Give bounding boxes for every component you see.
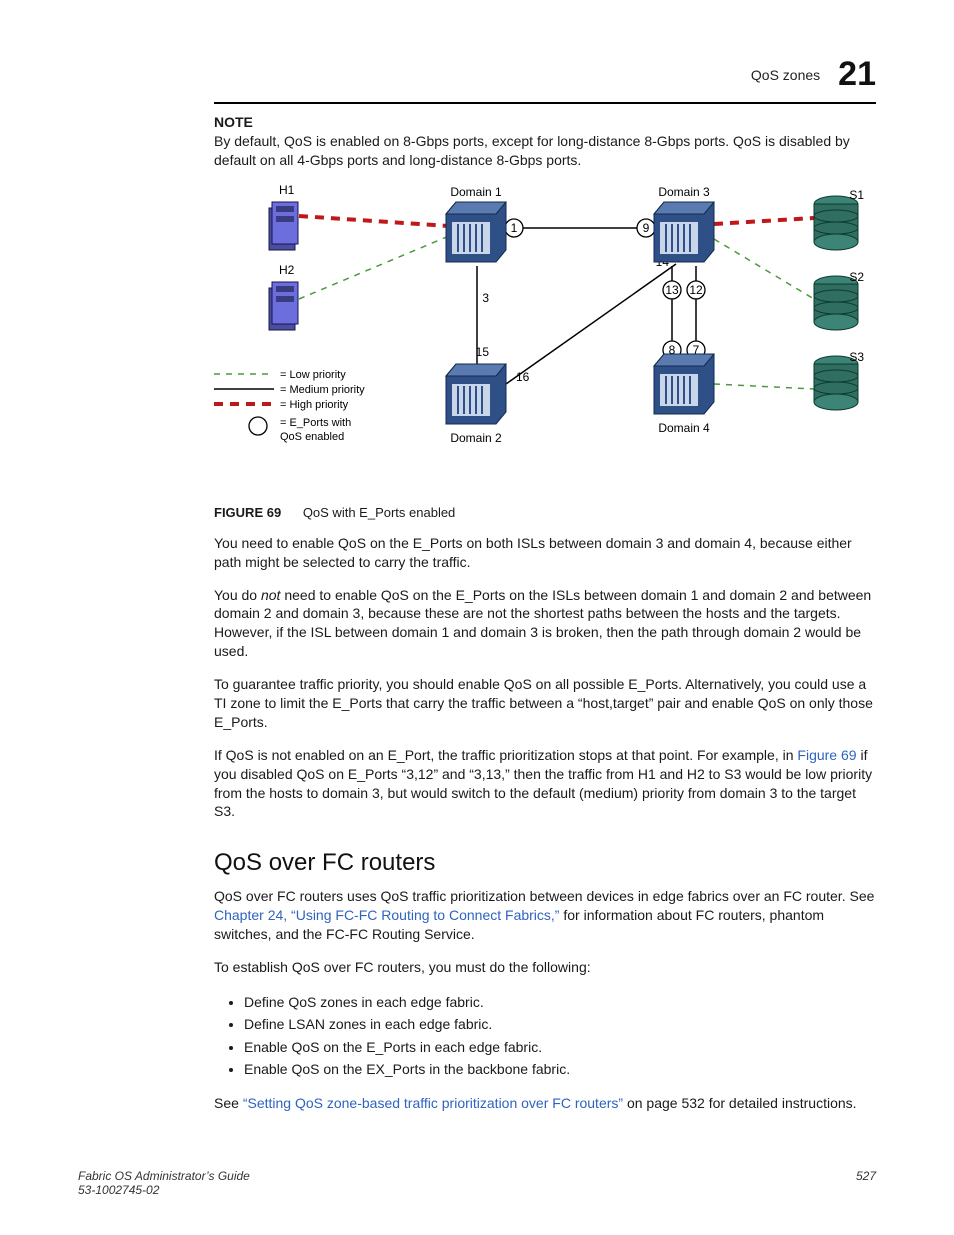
figure-caption: FIGURE 69 QoS with E_Ports enabled xyxy=(214,505,876,520)
paragraph-2: You do not need to enable QoS on the E_P… xyxy=(214,586,876,662)
figure-number: FIGURE 69 xyxy=(214,505,281,520)
note-body: By default, QoS is enabled on 8-Gbps por… xyxy=(214,132,876,170)
port-13: 13 xyxy=(665,283,679,297)
figure-caption-text: QoS with E_Ports enabled xyxy=(303,505,455,520)
list-item: Enable QoS on the EX_Ports in the backbo… xyxy=(244,1058,876,1080)
footer-docnum: 53-1002745-02 xyxy=(78,1183,250,1197)
label-s3: S3 xyxy=(849,350,864,364)
paragraph-1: You need to enable QoS on the E_Ports on… xyxy=(214,534,876,572)
switch-d4-icon xyxy=(654,354,714,414)
label-d3: Domain 3 xyxy=(658,185,710,199)
paragraph-3: To guarantee traffic priority, you shoul… xyxy=(214,675,876,732)
footer-page-number: 527 xyxy=(856,1169,876,1197)
page-footer: Fabric OS Administrator’s Guide 53-10027… xyxy=(78,1169,876,1197)
switch-d3-icon xyxy=(654,202,714,262)
section-heading-qos-fc-routers: QoS over FC routers xyxy=(214,849,876,877)
port-1: 1 xyxy=(511,221,518,235)
label-d4: Domain 4 xyxy=(658,421,710,435)
label-h2: H2 xyxy=(279,263,295,277)
host-h1-icon xyxy=(269,202,298,250)
label-d2: Domain 2 xyxy=(450,431,502,445)
paragraph-4: If QoS is not enabled on an E_Port, the … xyxy=(214,746,876,822)
footer-title: Fabric OS Administrator’s Guide xyxy=(78,1169,250,1183)
list-item: Define QoS zones in each edge fabric. xyxy=(244,991,876,1013)
port-12: 12 xyxy=(689,283,703,297)
paragraph-6: To establish QoS over FC routers, you mu… xyxy=(214,958,876,977)
header-chapter-number: 21 xyxy=(838,55,876,94)
paragraph-7: See “Setting QoS zone-based traffic prio… xyxy=(214,1094,876,1113)
label-s2: S2 xyxy=(849,270,864,284)
note-label: NOTE xyxy=(214,114,876,130)
port-9: 9 xyxy=(643,221,650,235)
header-text: QoS zones xyxy=(751,67,820,83)
emphasis-not: not xyxy=(261,587,280,603)
label-h1: H1 xyxy=(279,184,295,197)
storage-s1-icon xyxy=(814,196,858,250)
paragraph-5: QoS over FC routers uses QoS traffic pri… xyxy=(214,887,876,944)
link-figure-69[interactable]: Figure 69 xyxy=(797,747,856,763)
label-s1: S1 xyxy=(849,188,864,202)
bullet-list: Define QoS zones in each edge fabric. De… xyxy=(214,991,876,1081)
legend-med: = Medium priority xyxy=(280,384,365,396)
switch-d2-icon xyxy=(446,364,506,424)
figure-diagram: 1 9 3 15 16 14 12 13 7 8 xyxy=(214,184,876,499)
top-rule xyxy=(214,102,876,104)
port-3: 3 xyxy=(482,291,489,305)
link-setting-qos-zone[interactable]: “Setting QoS zone-based traffic prioriti… xyxy=(243,1095,623,1111)
legend-low: = Low priority xyxy=(280,369,346,381)
host-h2-icon xyxy=(269,282,298,330)
running-header: QoS zones 21 xyxy=(78,55,876,94)
list-item: Enable QoS on the E_Ports in each edge f… xyxy=(244,1036,876,1058)
port-15: 15 xyxy=(476,345,490,359)
list-item: Define LSAN zones in each edge fabric. xyxy=(244,1013,876,1035)
switch-d1-icon xyxy=(446,202,506,262)
storage-s3-icon xyxy=(814,356,858,410)
legend-eport-1: = E_Ports with xyxy=(280,417,351,429)
legend-high: = High priority xyxy=(280,399,349,411)
storage-s2-icon xyxy=(814,276,858,330)
port-16: 16 xyxy=(516,370,530,384)
label-d1: Domain 1 xyxy=(450,185,502,199)
qos-topology-svg: 1 9 3 15 16 14 12 13 7 8 xyxy=(214,184,876,494)
link-chapter-24[interactable]: Chapter 24, “Using FC-FC Routing to Conn… xyxy=(214,907,559,923)
legend-eport-2: QoS enabled xyxy=(280,431,344,443)
